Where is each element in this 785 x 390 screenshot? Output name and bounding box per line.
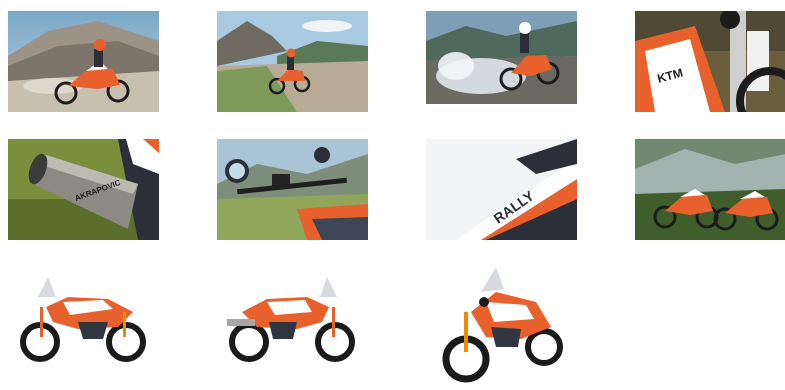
thumbnail-studio-left[interactable]	[8, 267, 159, 390]
thumbnail-exhaust-closeup[interactable]: AKRAPOVIC	[8, 139, 159, 240]
thumbnail-rider-mountain-road[interactable]	[217, 11, 368, 112]
thumbnail-bikes-meadow[interactable]	[635, 139, 785, 240]
thumbnail-studio-right[interactable]	[217, 267, 368, 390]
image-gallery: KTM AKRAPOVIC RALLY	[0, 0, 785, 390]
thumbnail-studio-front[interactable]	[426, 267, 577, 390]
thumbnail-rider-water-splash[interactable]	[426, 11, 577, 104]
thumbnail-rider-dirt-trail[interactable]	[8, 11, 159, 112]
thumbnail-tank-graphics[interactable]: RALLY	[426, 139, 577, 240]
thumbnail-fork-closeup[interactable]: KTM	[635, 11, 785, 112]
thumbnail-handlebar-cockpit[interactable]	[217, 139, 368, 240]
